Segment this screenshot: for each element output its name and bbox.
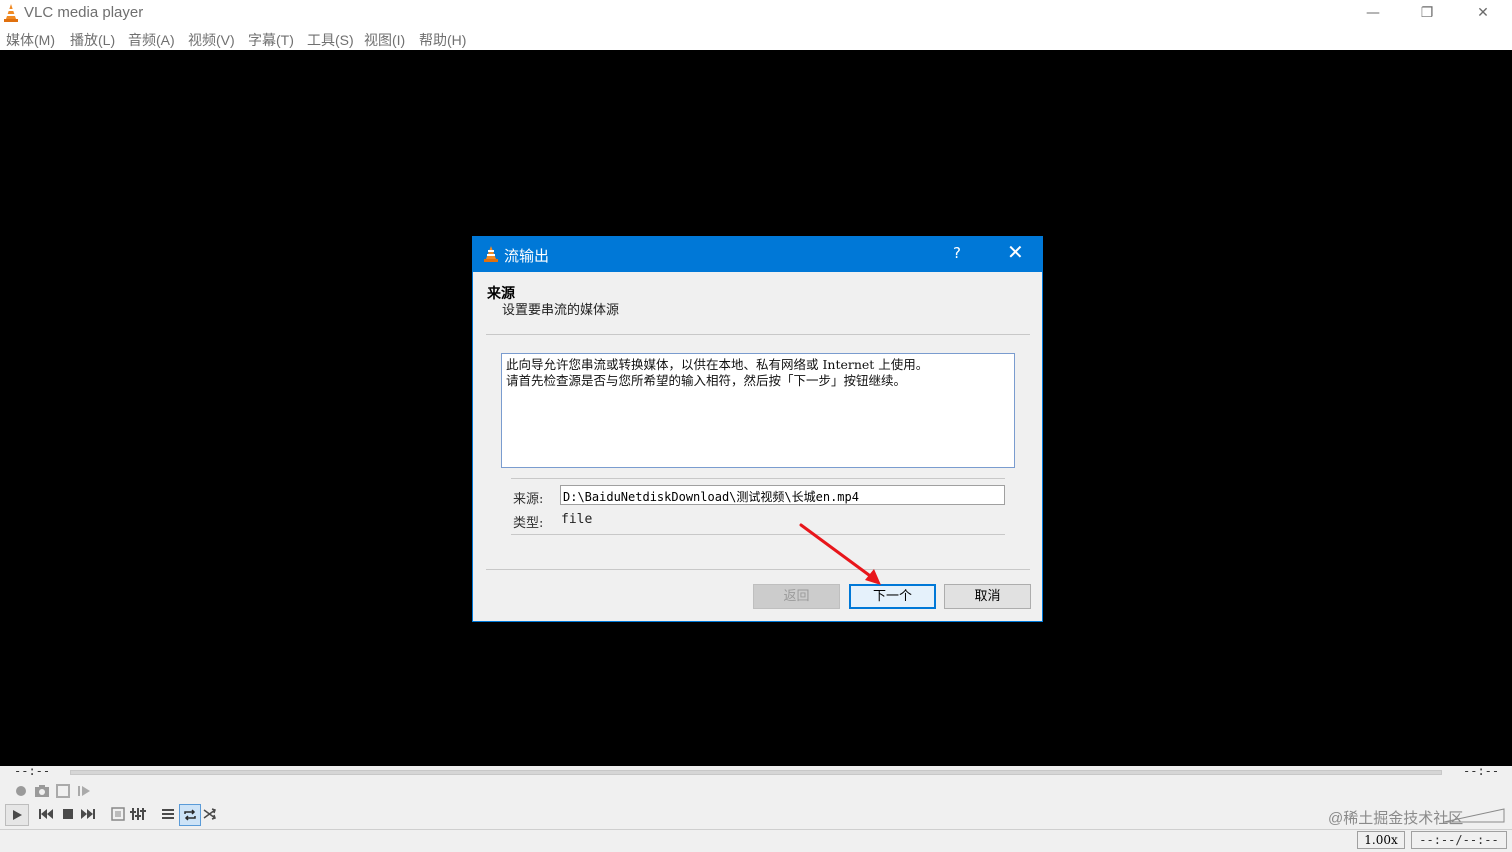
menu-audio[interactable]: 音频(A) xyxy=(128,30,175,50)
playlist-icon[interactable] xyxy=(159,805,177,823)
loop-icon[interactable] xyxy=(179,804,201,826)
next-icon[interactable] xyxy=(79,805,97,823)
close-button[interactable]: ✕ xyxy=(1460,0,1506,27)
menu-view[interactable]: 视图(I) xyxy=(364,30,405,50)
remaining-time[interactable]: --:-- xyxy=(1463,764,1499,778)
type-value: file xyxy=(561,512,593,527)
menu-playback[interactable]: 播放(L) xyxy=(70,30,115,50)
record-icon[interactable] xyxy=(12,782,30,800)
source-field[interactable]: D:\BaiduNetdiskDownload\测试视频\长城en.mp4 xyxy=(560,485,1005,505)
status-bar xyxy=(0,829,1512,852)
cancel-button[interactable]: 取消 xyxy=(944,584,1031,609)
watermark: @稀土掘金技术社区 xyxy=(1328,810,1464,827)
elapsed-time: --:-- xyxy=(14,764,51,778)
description-box: 此向导允许您串流或转换媒体，以供在本地、私有网络或 Internet 上使用。 … xyxy=(501,353,1015,468)
stop-icon[interactable] xyxy=(59,805,77,823)
menu-tools[interactable]: 工具(S) xyxy=(307,30,354,50)
stream-output-dialog: 流输出 ? ✕ 来源 设置要串流的媒体源 此向导允许您串流或转换媒体，以供在本地… xyxy=(472,236,1043,622)
shuffle-icon[interactable] xyxy=(201,805,219,823)
description-line: 此向导允许您串流或转换媒体，以供在本地、私有网络或 Internet 上使用。 xyxy=(506,357,929,372)
divider xyxy=(511,534,1005,535)
menu-video[interactable]: 视频(V) xyxy=(188,30,235,50)
annotation-arrow xyxy=(799,523,881,585)
menu-media[interactable]: 媒体(M) xyxy=(6,30,55,50)
previous-icon[interactable] xyxy=(37,805,55,823)
vlc-cone-icon xyxy=(4,4,18,22)
play-button[interactable] xyxy=(5,804,29,826)
seek-slider[interactable] xyxy=(70,770,1442,775)
source-label: 来源: xyxy=(513,492,544,507)
help-icon[interactable]: ? xyxy=(953,244,961,262)
dialog-close-icon[interactable]: ✕ xyxy=(1007,240,1024,264)
dialog-title: 流输出 xyxy=(504,247,550,265)
section-subtitle: 设置要串流的媒体源 xyxy=(502,303,620,318)
window-title: VLC media player xyxy=(24,4,144,21)
fullscreen-icon[interactable] xyxy=(109,805,127,823)
minimize-button[interactable]: — xyxy=(1350,0,1396,27)
frame-step-icon[interactable] xyxy=(75,782,93,800)
window-title-bar: VLC media player — ❐ ✕ xyxy=(0,0,1512,27)
ab-loop-icon[interactable] xyxy=(54,782,72,800)
extended-settings-icon[interactable] xyxy=(129,805,147,823)
restore-button[interactable]: ❐ xyxy=(1404,0,1450,27)
status-time[interactable]: --:--/--:-- xyxy=(1411,831,1507,849)
description-line: 请首先检查源是否与您所希望的输入相符，然后按「下一步」按钮继续。 xyxy=(506,373,907,388)
divider xyxy=(511,478,1005,479)
menu-bar: 媒体(M) 播放(L) 音频(A) 视频(V) 字幕(T) 工具(S) 视图(I… xyxy=(0,27,1512,50)
divider xyxy=(486,334,1030,335)
playback-speed[interactable]: 1.00x xyxy=(1357,831,1405,849)
snapshot-icon[interactable] xyxy=(33,782,51,800)
menu-help[interactable]: 帮助(H) xyxy=(419,30,466,50)
dialog-title-bar: 流输出 ? ✕ xyxy=(473,237,1042,272)
divider xyxy=(486,569,1030,570)
menu-subtitle[interactable]: 字幕(T) xyxy=(248,30,294,50)
type-label: 类型: xyxy=(513,516,544,531)
vlc-cone-icon xyxy=(484,246,498,262)
